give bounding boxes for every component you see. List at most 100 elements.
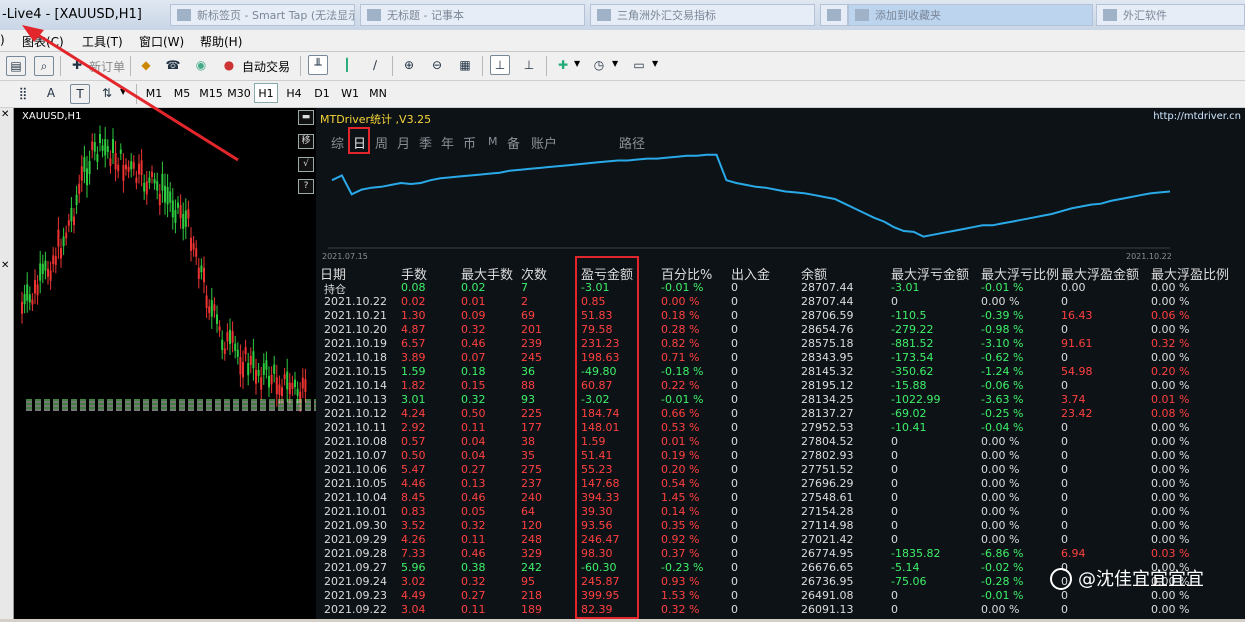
table-row[interactable]: 2021.10.14 1.82 0.15 88 60.87 0.22 % 0 28195.12… bbox=[316, 379, 1245, 393]
table-row[interactable]: 2021.10.13 3.01 0.32 93 -3.02 -0.01 % 0 28134.2… bbox=[316, 393, 1245, 407]
candlestick-icon[interactable]: ┃ bbox=[338, 56, 356, 74]
table-cell: 239 bbox=[521, 337, 542, 350]
table-row[interactable]: 2021.09.29 4.26 0.11 248 246.47 0.92 % 0 27021.… bbox=[316, 533, 1245, 547]
table-cell: -10.41 bbox=[891, 421, 927, 434]
candle-body bbox=[236, 349, 239, 358]
line-chart-icon[interactable]: ∕ bbox=[366, 56, 384, 74]
table-cell: 240 bbox=[521, 491, 542, 504]
chart-shift-icon[interactable]: ⊥ bbox=[520, 56, 538, 74]
table-cell: 0.00 % bbox=[1151, 449, 1190, 462]
table-cell: 0 bbox=[1061, 589, 1068, 602]
table-row[interactable]: 持仓 0.08 0.02 7 -3.01 -0.01 % 0 28707.44 -3.01 -0.… bbox=[316, 281, 1245, 296]
separator bbox=[300, 56, 301, 76]
table-cell: 0.28 % bbox=[661, 323, 700, 336]
table-row[interactable]: 2021.09.28 7.33 0.46 329 98.30 0.37 % 0 26774.9… bbox=[316, 547, 1245, 561]
tab-icon bbox=[367, 9, 381, 21]
table-row[interactable]: 2021.09.30 3.52 0.32 120 93.56 0.35 % 0 27114.9… bbox=[316, 519, 1245, 533]
equity-curve-line bbox=[331, 153, 1171, 238]
minimize-icon[interactable]: ▬ bbox=[298, 110, 314, 125]
price-chart[interactable] bbox=[0, 108, 316, 619]
table-cell: -75.06 bbox=[891, 575, 927, 588]
table-row[interactable]: 2021.10.18 3.89 0.07 245 198.63 0.71 % 0 28343.… bbox=[316, 351, 1245, 365]
taskbar-tab[interactable]: 三角洲外汇交易指标 bbox=[590, 4, 815, 26]
candle-body bbox=[231, 331, 234, 343]
candle-body bbox=[41, 263, 44, 274]
table-row[interactable]: 2021.10.20 4.87 0.32 201 79.58 0.28 % 0 28654.7… bbox=[316, 323, 1245, 337]
chevron-down-icon[interactable]: ▼ bbox=[574, 59, 580, 68]
table-cell: 5.96 bbox=[401, 561, 426, 574]
candle-body bbox=[164, 185, 166, 203]
table-cell: 0.02 bbox=[401, 295, 426, 308]
table-row[interactable]: 2021.10.19 6.57 0.46 239 231.23 0.82 % 0 28575.… bbox=[316, 337, 1245, 351]
help-icon[interactable]: ? bbox=[298, 179, 314, 194]
table-cell: -0.98 % bbox=[981, 323, 1024, 336]
table-row[interactable]: 2021.10.07 0.50 0.04 35 51.41 0.19 % 0 27802.93… bbox=[316, 449, 1245, 463]
table-cell: -69.02 bbox=[891, 407, 927, 420]
table-cell: 0 bbox=[731, 505, 738, 518]
table-row[interactable]: 2021.09.23 4.49 0.27 218 399.95 1.53 % 0 26491.… bbox=[316, 589, 1245, 603]
bar-chart-icon[interactable]: ╨ bbox=[308, 55, 328, 75]
check-icon[interactable]: √ bbox=[298, 157, 314, 172]
table-cell: 218 bbox=[521, 589, 542, 602]
table-cell: 0.06 % bbox=[1151, 309, 1190, 322]
zoom-in-icon[interactable]: ⊕ bbox=[400, 56, 418, 74]
table-row[interactable]: 2021.10.15 1.59 0.18 36 -49.80 -0.18 % 0 28145.… bbox=[316, 365, 1245, 379]
taskbar-tab[interactable] bbox=[820, 4, 848, 26]
chevron-down-icon[interactable]: ▼ bbox=[652, 59, 658, 68]
chevron-down-icon[interactable]: ▼ bbox=[612, 59, 618, 68]
auto-scroll-icon[interactable]: ⊥ bbox=[490, 55, 510, 75]
table-cell: 2021.10.05 bbox=[324, 477, 387, 490]
candle-body bbox=[218, 326, 221, 331]
candle-body bbox=[294, 379, 296, 388]
table-cell: 4.49 bbox=[401, 589, 426, 602]
table-cell: 0.71 % bbox=[661, 351, 700, 364]
table-cell: -0.01 % bbox=[981, 589, 1024, 602]
zoom-out-icon[interactable]: ⊖ bbox=[428, 56, 446, 74]
graph-end-date: 2021.10.22 bbox=[1126, 252, 1172, 261]
table-cell: 27548.61 bbox=[801, 491, 854, 504]
candle-body bbox=[156, 181, 159, 191]
candle-body bbox=[221, 339, 224, 350]
timeframe-d1[interactable]: D1 bbox=[310, 83, 334, 103]
indicators-icon[interactable]: ✚ bbox=[554, 56, 572, 74]
table-cell: 28706.59 bbox=[801, 309, 854, 322]
table-row[interactable]: 2021.10.04 8.45 0.46 240 394.33 1.45 % 0 27548.… bbox=[316, 491, 1245, 505]
candle-body bbox=[197, 267, 200, 279]
table-cell: 0 bbox=[891, 449, 898, 462]
table-row[interactable]: 2021.09.22 3.04 0.11 189 82.39 0.32 % 0 26091.1… bbox=[316, 603, 1245, 617]
candle-body bbox=[31, 299, 34, 305]
table-row[interactable]: 2021.10.22 0.02 0.01 2 0.85 0.00 % 0 28707.44 0 0… bbox=[316, 295, 1245, 309]
table-cell: 28134.25 bbox=[801, 393, 854, 406]
table-cell: 0.83 bbox=[401, 505, 426, 518]
table-cell: 0 bbox=[731, 337, 738, 350]
table-row[interactable]: 2021.10.05 4.46 0.13 237 147.68 0.54 % 0 27696.… bbox=[316, 477, 1245, 491]
table-row[interactable]: 2021.10.08 0.57 0.04 38 1.59 0.01 % 0 27804.52 0… bbox=[316, 435, 1245, 449]
taskbar-tab[interactable]: 外汇软件 bbox=[1096, 4, 1245, 26]
periods-icon[interactable]: ◷ bbox=[590, 56, 608, 74]
tile-windows-icon[interactable]: ▦ bbox=[456, 56, 474, 74]
table-row[interactable]: 2021.10.21 1.30 0.09 69 51.83 0.18 % 0 28706.59… bbox=[316, 309, 1245, 323]
table-row[interactable]: 2021.10.01 0.83 0.05 64 39.30 0.14 % 0 27154.28… bbox=[316, 505, 1245, 519]
taskbar-tab[interactable]: 无标题 - 记事本 bbox=[360, 4, 585, 26]
timeframe-w1[interactable]: W1 bbox=[338, 83, 362, 103]
move-icon[interactable]: 移 bbox=[298, 134, 314, 149]
table-row[interactable]: 2021.10.11 2.92 0.11 177 148.01 0.53 % 0 27952.… bbox=[316, 421, 1245, 435]
timeframe-mn[interactable]: MN bbox=[366, 83, 390, 103]
table-row[interactable]: 2021.10.12 4.24 0.50 225 184.74 0.66 % 0 28137.… bbox=[316, 407, 1245, 421]
templates-icon[interactable]: ▭ bbox=[630, 56, 648, 74]
tab-magic[interactable]: M bbox=[488, 135, 498, 148]
table-cell: 0.03 % bbox=[1151, 547, 1190, 560]
close-icon[interactable]: ✕ bbox=[1, 260, 9, 271]
table-cell: 2021.10.14 bbox=[324, 379, 387, 392]
table-row[interactable]: 2021.10.06 5.47 0.27 275 55.23 0.20 % 0 27751.5… bbox=[316, 463, 1245, 477]
timeframe-h4[interactable]: H4 bbox=[282, 83, 306, 103]
stats-url-link[interactable]: http://mtdriver.cn bbox=[1153, 111, 1241, 122]
table-cell: 28195.12 bbox=[801, 379, 854, 392]
taskbar-tab[interactable]: 添加到收藏夹 bbox=[848, 4, 1093, 26]
table-cell: 0.01 % bbox=[1151, 393, 1190, 406]
table-cell: 0 bbox=[891, 533, 898, 546]
candle-body bbox=[169, 191, 172, 203]
table-cell: 0.02 bbox=[461, 281, 486, 294]
table-cell: 0.32 % bbox=[661, 603, 700, 616]
candle-body bbox=[28, 294, 31, 303]
